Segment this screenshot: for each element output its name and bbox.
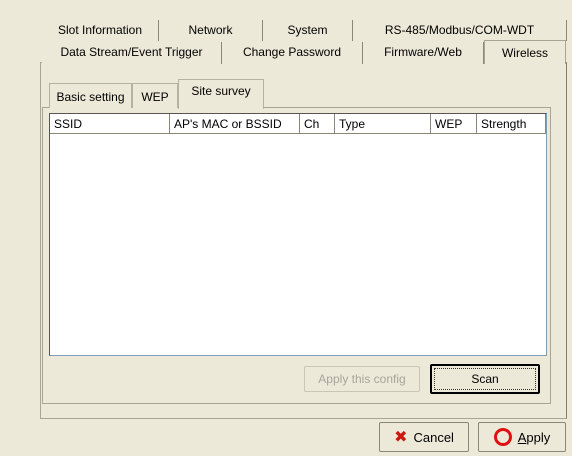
tab-rs485-modbus-com-wdt[interactable]: RS-485/Modbus/COM-WDT [353,20,567,41]
x-icon: ✖ [394,427,408,446]
tab-wep[interactable]: WEP [132,83,178,108]
tab-network[interactable]: Network [159,20,263,41]
column-header-ssid[interactable]: SSID [50,114,170,134]
focus-rect [434,368,536,390]
cancel-label: Cancel [413,429,454,445]
tab-wireless[interactable]: Wireless [484,40,566,64]
tab-basic-setting[interactable]: Basic setting [49,83,132,108]
tab-change-password[interactable]: Change Password [222,42,363,64]
column-header-channel[interactable]: Ch [300,114,335,134]
column-header-strength[interactable]: Strength [477,114,546,134]
cancel-button[interactable]: ✖ Cancel [379,422,469,452]
tab-system[interactable]: System [263,20,353,41]
tab-slot-information[interactable]: Slot Information [42,20,159,41]
apply-button[interactable]: Apply [478,422,566,452]
tab-firmware-web[interactable]: Firmware/Web [363,42,484,64]
scan-button[interactable]: Scan [430,364,540,394]
circle-icon [493,428,512,446]
tab-data-stream-event-trigger[interactable]: Data Stream/Event Trigger [42,42,222,64]
column-header-bssid[interactable]: AP's MAC or BSSID [170,114,300,134]
column-header-type[interactable]: Type [335,114,431,134]
access-point-list[interactable]: SSID AP's MAC or BSSID Ch Type WEP Stren… [49,113,547,356]
apply-label: Apply [517,429,551,445]
column-header-wep[interactable]: WEP [431,114,477,134]
tab-site-survey[interactable]: Site survey [178,79,264,109]
apply-this-config-button[interactable]: Apply this config [304,366,420,392]
